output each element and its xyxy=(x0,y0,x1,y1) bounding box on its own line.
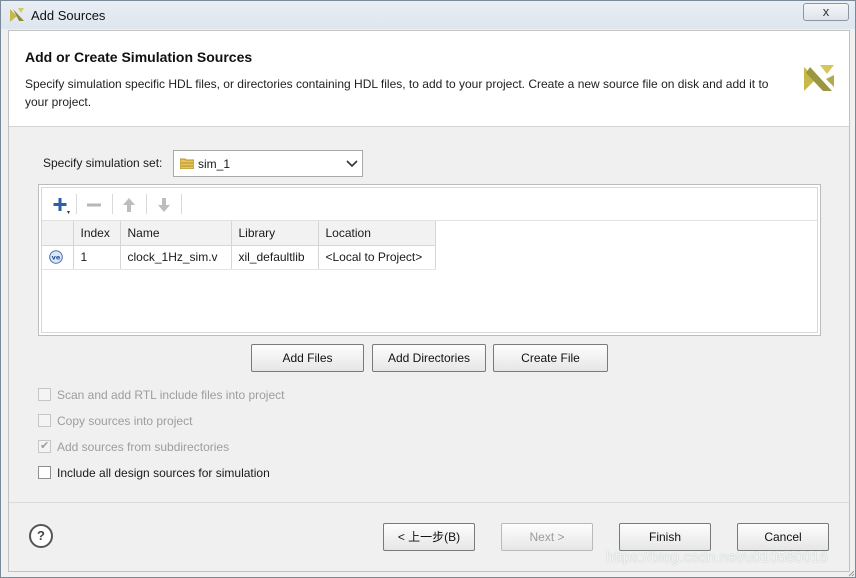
window-close-button[interactable]: x xyxy=(803,3,849,21)
page-title: Add or Create Simulation Sources xyxy=(25,49,253,65)
column-header-icon xyxy=(42,221,74,246)
move-down-icon[interactable] xyxy=(154,195,174,215)
watermark: https://blog.csdn.net/u010580016 xyxy=(606,549,828,566)
row-name: clock_1Hz_sim.v xyxy=(120,245,232,270)
add-sources-window: Add Sources x Add or Create Simulation S… xyxy=(0,0,856,578)
resize-grip-icon[interactable] xyxy=(847,569,855,577)
dialog-body: Add or Create Simulation Sources Specify… xyxy=(8,30,850,572)
row-library[interactable]: xil_defaultlib xyxy=(231,245,319,270)
remove-source-icon[interactable] xyxy=(84,195,104,215)
option-scan-rtl-include[interactable]: Scan and add RTL include files into proj… xyxy=(38,387,338,403)
finish-button[interactable]: Finish xyxy=(619,523,711,551)
folder-icon xyxy=(180,158,194,169)
simulation-set-dropdown[interactable]: sim_1 xyxy=(173,150,363,177)
row-location: <Local to Project> xyxy=(318,245,436,270)
next-button[interactable]: Next > xyxy=(501,523,593,551)
scan-rtl-include-label: Scan and add RTL include files into proj… xyxy=(57,388,285,402)
include-design-sources-label: Include all design sources for simulatio… xyxy=(57,466,270,480)
cancel-button[interactable]: Cancel xyxy=(737,523,829,551)
column-header-location[interactable]: Location xyxy=(318,221,436,246)
checkmark-icon: ✔ xyxy=(40,440,50,452)
move-up-icon[interactable] xyxy=(119,195,139,215)
svg-text:ve: ve xyxy=(52,254,61,262)
source-files-table-area: Index Name Library Location ve 1 clock_1… xyxy=(41,187,818,333)
add-directories-button[interactable]: Add Directories xyxy=(372,344,486,372)
row-icon-cell: ve xyxy=(42,245,74,270)
copy-sources-checkbox[interactable] xyxy=(38,414,51,427)
file-list-toolbar xyxy=(42,188,817,221)
option-copy-sources[interactable]: Copy sources into project xyxy=(38,413,338,429)
toolbar-divider xyxy=(181,194,182,214)
table-header-row: Index Name Library Location xyxy=(42,221,436,246)
copy-sources-label: Copy sources into project xyxy=(57,414,193,428)
toolbar-divider xyxy=(146,194,147,214)
create-file-button[interactable]: Create File xyxy=(493,344,608,372)
xilinx-logo-icon xyxy=(804,65,834,91)
column-header-index[interactable]: Index xyxy=(73,221,121,246)
help-button[interactable]: ? xyxy=(29,524,53,548)
back-button[interactable]: < 上一步(B) xyxy=(383,523,475,551)
include-design-sources-checkbox[interactable] xyxy=(38,466,51,479)
source-files-table: Index Name Library Location ve 1 clock_1… xyxy=(42,221,436,270)
table-row[interactable]: ve 1 clock_1Hz_sim.v xil_defaultlib <Loc… xyxy=(42,245,436,270)
toolbar-divider xyxy=(112,194,113,214)
window-title: Add Sources xyxy=(31,8,106,23)
title-bar[interactable]: Add Sources x xyxy=(1,1,855,29)
close-icon: x xyxy=(822,4,830,19)
dialog-header: Add or Create Simulation Sources Specify… xyxy=(9,31,849,127)
add-subdirectories-checkbox[interactable]: ✔ xyxy=(38,440,51,453)
chevron-down-icon xyxy=(346,160,358,168)
add-source-icon[interactable] xyxy=(50,195,70,215)
simulation-set-value: sim_1 xyxy=(198,157,231,171)
option-add-subdirectories[interactable]: ✔ Add sources from subdirectories xyxy=(38,439,338,455)
add-files-button[interactable]: Add Files xyxy=(251,344,364,372)
verilog-file-icon: ve xyxy=(49,250,63,265)
add-subdirectories-label: Add sources from subdirectories xyxy=(57,440,230,454)
vivado-logo-icon xyxy=(10,8,24,22)
footer-divider xyxy=(9,502,849,503)
page-description: Specify simulation specific HDL files, o… xyxy=(25,77,769,109)
option-include-design-sources[interactable]: Include all design sources for simulatio… xyxy=(38,465,338,481)
column-header-library[interactable]: Library xyxy=(231,221,319,246)
source-files-panel: Index Name Library Location ve 1 clock_1… xyxy=(38,184,821,336)
toolbar-divider xyxy=(76,194,77,214)
row-index: 1 xyxy=(73,245,121,270)
column-header-name[interactable]: Name xyxy=(120,221,232,246)
simulation-set-label: Specify simulation set: xyxy=(43,156,163,170)
scan-rtl-include-checkbox[interactable] xyxy=(38,388,51,401)
